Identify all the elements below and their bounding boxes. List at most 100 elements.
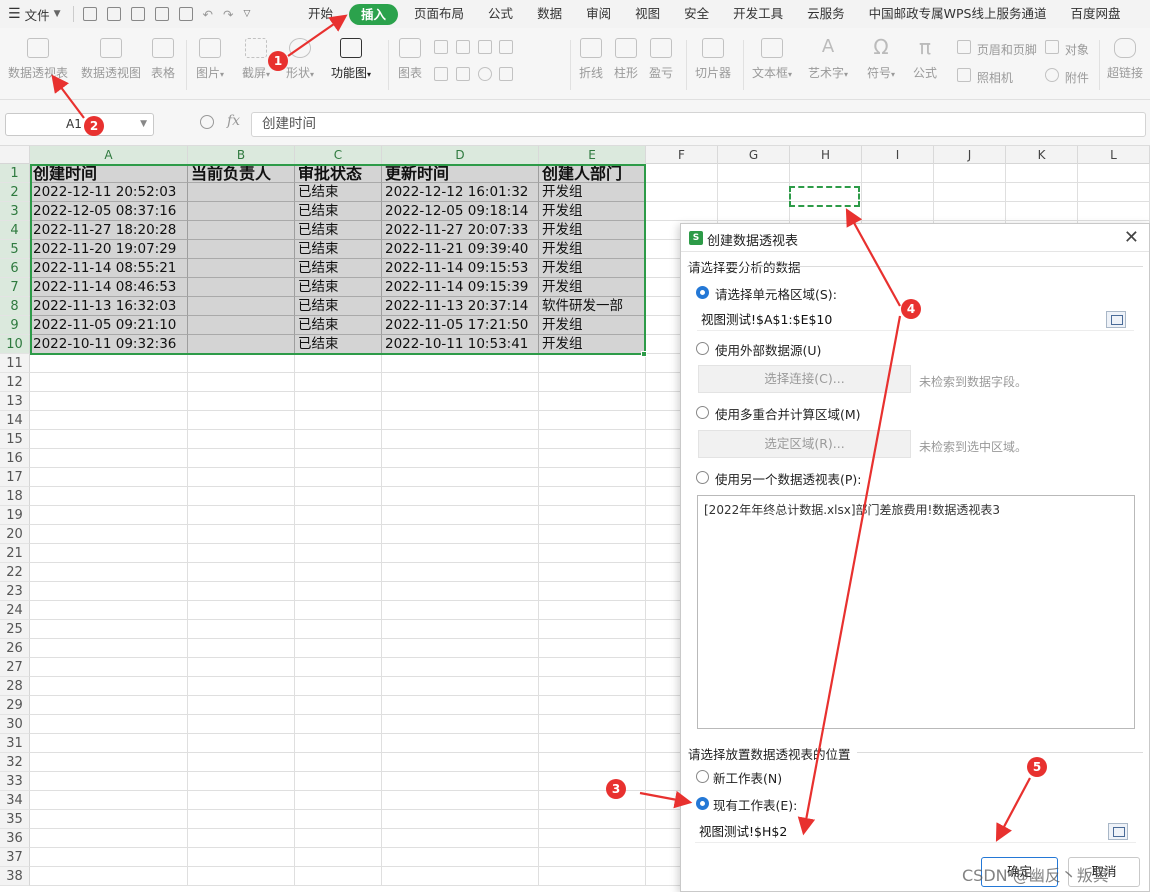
grid-cell[interactable] (188, 601, 295, 620)
grid-cell[interactable] (30, 487, 188, 506)
row-header[interactable]: 1 (0, 164, 30, 183)
row-header[interactable]: 19 (0, 506, 30, 525)
row-header[interactable]: 24 (0, 601, 30, 620)
textbox-button[interactable]: 文本框▾ (752, 38, 792, 81)
tab-baidu-netdisk[interactable]: 百度网盘 (1059, 0, 1133, 28)
grid-cell[interactable]: 2022-11-14 09:15:53 (382, 259, 539, 278)
grid-cell[interactable] (934, 164, 1006, 183)
grid-cell[interactable]: 2022-11-20 19:07:29 (30, 240, 188, 259)
radio-select-range-label[interactable]: 请选择单元格区域(S): (715, 284, 837, 303)
chevron-down-icon[interactable]: ▼ (140, 114, 147, 135)
grid-cell[interactable] (30, 525, 188, 544)
grid-cell[interactable] (1006, 202, 1078, 221)
grid-cell[interactable] (539, 734, 646, 753)
grid-cell[interactable] (539, 791, 646, 810)
grid-cell[interactable]: 2022-11-14 08:46:53 (30, 278, 188, 297)
grid-cell[interactable]: 已结束 (295, 183, 382, 202)
grid-cell[interactable] (382, 829, 539, 848)
grid-cell[interactable] (188, 354, 295, 373)
other-chart-icon[interactable] (499, 40, 514, 54)
area-chart-icon[interactable] (434, 67, 448, 81)
pivot-chart-button[interactable]: 数据透视图 (81, 38, 141, 81)
pivot-table-list[interactable]: [2022年年终总计数据.xlsx]部门差旅费用!数据透视表3 (697, 495, 1135, 729)
grid-cell[interactable] (539, 430, 646, 449)
row-header[interactable]: 30 (0, 715, 30, 734)
grid-cell[interactable] (188, 373, 295, 392)
grid-cell[interactable] (539, 658, 646, 677)
column-header-j[interactable]: J (934, 146, 1006, 164)
row-header[interactable]: 15 (0, 430, 30, 449)
grid-cell[interactable] (188, 468, 295, 487)
radio-another-pivot-label[interactable]: 使用另一个数据透视表(P): (715, 469, 862, 488)
row-header[interactable]: 17 (0, 468, 30, 487)
grid-cell[interactable] (30, 392, 188, 411)
tab-page-layout[interactable]: 页面布局 (402, 0, 476, 28)
table-button[interactable]: 表格 (151, 38, 175, 81)
grid-cell[interactable] (30, 677, 188, 696)
grid-cell[interactable] (30, 430, 188, 449)
column-header-d[interactable]: D (382, 146, 539, 164)
grid-cell[interactable]: 2022-11-05 09:21:10 (30, 316, 188, 335)
row-header[interactable]: 32 (0, 753, 30, 772)
grid-cell[interactable]: 已结束 (295, 259, 382, 278)
grid-cell[interactable] (539, 582, 646, 601)
grid-cell[interactable] (539, 601, 646, 620)
grid-cell[interactable] (1078, 202, 1150, 221)
grid-cell[interactable] (1078, 183, 1150, 202)
grid-cell[interactable] (539, 753, 646, 772)
grid-cell[interactable] (30, 373, 188, 392)
chart-button[interactable]: 图表 (398, 38, 422, 81)
grid-cell[interactable] (188, 848, 295, 867)
column-header-a[interactable]: A (30, 146, 188, 164)
grid-cell[interactable] (30, 810, 188, 829)
grid-cell[interactable] (382, 753, 539, 772)
grid-cell[interactable] (188, 449, 295, 468)
grid-cell[interactable] (295, 772, 382, 791)
grid-cell[interactable] (539, 677, 646, 696)
grid-cell[interactable] (30, 544, 188, 563)
grid-cell[interactable] (30, 715, 188, 734)
grid-cell[interactable] (188, 506, 295, 525)
grid-cell[interactable] (295, 658, 382, 677)
grid-cell[interactable]: 2022-10-11 09:32:36 (30, 335, 188, 354)
grid-cell[interactable]: 已结束 (295, 202, 382, 221)
grid-cell[interactable] (382, 392, 539, 411)
grid-cell[interactable]: 2022-11-13 16:32:03 (30, 297, 188, 316)
slicer-button[interactable]: 切片器 (695, 38, 731, 81)
grid-cell[interactable] (382, 601, 539, 620)
row-header[interactable]: 27 (0, 658, 30, 677)
radio-external-source[interactable] (696, 342, 709, 355)
row-header[interactable]: 2 (0, 183, 30, 202)
grid-cell[interactable] (188, 715, 295, 734)
grid-cell[interactable] (188, 430, 295, 449)
fx-icon[interactable]: fx (227, 113, 240, 129)
grid-cell[interactable]: 2022-11-13 20:37:14 (382, 297, 539, 316)
grid-cell[interactable] (646, 164, 718, 183)
row-header[interactable]: 21 (0, 544, 30, 563)
attachment-button[interactable]: 附件 (1043, 68, 1089, 86)
grid-cell[interactable] (295, 563, 382, 582)
undo-icon[interactable]: ↶ (203, 7, 213, 22)
grid-cell[interactable]: 软件研发一部 (539, 297, 646, 316)
row-header[interactable]: 13 (0, 392, 30, 411)
column-header-k[interactable]: K (1006, 146, 1078, 164)
hamburger-icon[interactable]: ☰ (8, 6, 21, 22)
column-header-h[interactable]: H (790, 146, 862, 164)
grid-cell[interactable]: 开发组 (539, 202, 646, 221)
row-header[interactable]: 37 (0, 848, 30, 867)
tab-developer[interactable]: 开发工具 (721, 0, 795, 28)
grid-cell[interactable] (188, 677, 295, 696)
grid-cell[interactable]: 2022-11-14 09:15:39 (382, 278, 539, 297)
grid-cell[interactable] (862, 183, 934, 202)
grid-cell[interactable]: 开发组 (539, 240, 646, 259)
grid-cell[interactable] (539, 506, 646, 525)
grid-cell[interactable] (188, 734, 295, 753)
tab-review[interactable]: 审阅 (574, 0, 623, 28)
export-pdf-icon[interactable] (130, 7, 145, 21)
row-header[interactable]: 36 (0, 829, 30, 848)
row-header[interactable]: 14 (0, 411, 30, 430)
grid-cell[interactable] (30, 411, 188, 430)
tab-postal-channel[interactable]: 中国邮政专属WPS线上服务通道 (857, 0, 1059, 28)
header-cell[interactable]: 创建人部门 (539, 164, 646, 183)
grid-cell[interactable] (382, 468, 539, 487)
